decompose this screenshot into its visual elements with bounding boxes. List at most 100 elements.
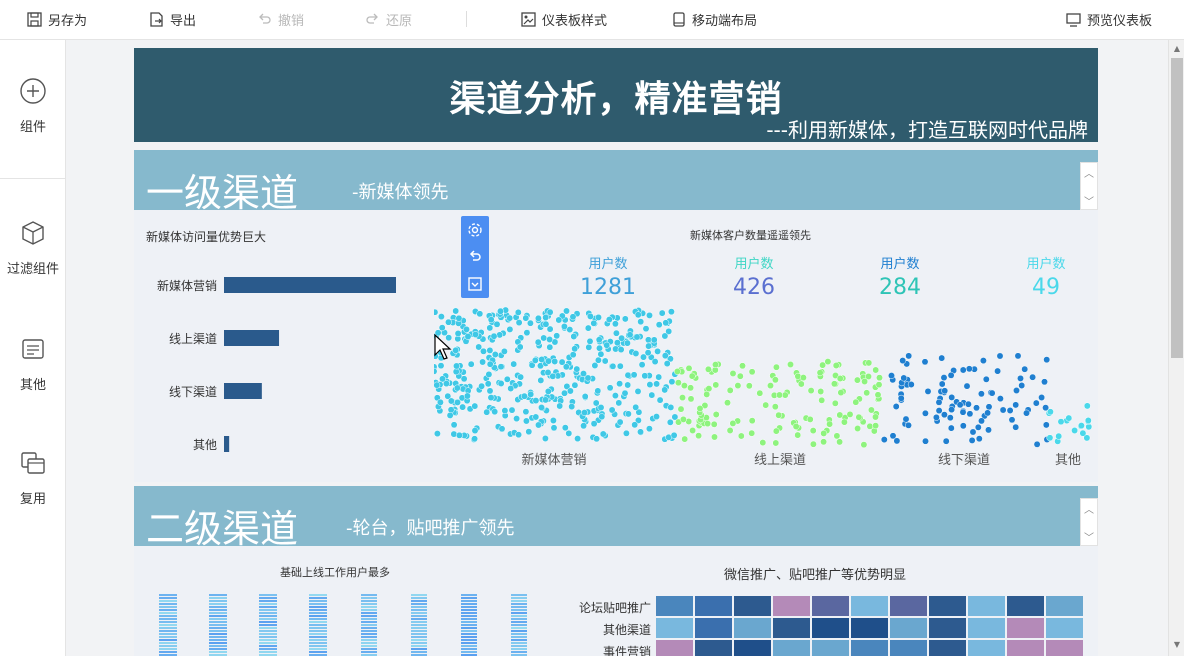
strip-bar	[511, 651, 527, 653]
scatter-point	[593, 435, 601, 443]
undo-icon[interactable]	[466, 248, 484, 266]
preview-dashboard-button[interactable]: 预览仪表板	[1065, 0, 1152, 38]
scatter-point	[806, 415, 814, 423]
chevron-down-box-icon[interactable]	[466, 275, 484, 293]
scatter-point	[969, 428, 977, 436]
scatter-point	[924, 387, 932, 395]
scatter-point	[799, 374, 807, 382]
strip-bar	[461, 633, 477, 635]
scatter-point	[605, 316, 613, 324]
strip-bar	[411, 636, 427, 638]
monitor-icon	[1065, 11, 1081, 27]
scatter-point	[666, 418, 674, 426]
strip-bar	[309, 609, 327, 611]
scatter-point	[642, 325, 650, 333]
scatter-point	[737, 432, 745, 440]
vertical-scrollbar[interactable]: ▲ ▼	[1168, 40, 1184, 656]
section-scroller[interactable]: ︿ ﹀	[1080, 498, 1098, 546]
scatter-point	[874, 391, 882, 399]
section-scroller[interactable]: ︿ ﹀	[1080, 162, 1098, 210]
dashboard-style-button[interactable]: 仪表板样式	[520, 0, 607, 38]
scatter-point	[609, 362, 617, 370]
strip-bar	[159, 594, 177, 596]
scatter-point	[772, 427, 780, 435]
strip-bar	[259, 603, 277, 605]
chart-panel-workers[interactable]: 基础上线工作用户最多	[134, 546, 534, 656]
scatter-point	[687, 384, 695, 392]
scatter-point	[787, 361, 794, 368]
scatter-point	[900, 374, 908, 382]
scatter-point	[902, 415, 910, 423]
strip-bar	[159, 624, 177, 626]
strip-bar	[511, 606, 527, 608]
section-primary-channels[interactable]: 一级渠道 -新媒体领先	[134, 150, 1098, 215]
scatter-point	[506, 314, 514, 322]
scatter-point	[726, 386, 734, 394]
scatter-point	[1046, 408, 1054, 416]
sidebar-item-other[interactable]: 其他	[0, 334, 66, 393]
mobile-layout-button[interactable]: 移动端布局	[670, 0, 757, 38]
scatter-point	[585, 343, 593, 351]
scatter-point	[762, 401, 770, 409]
strip-bar	[209, 639, 227, 641]
scatter-point	[532, 397, 540, 405]
scatter-point	[434, 430, 441, 438]
scatter-point	[497, 307, 504, 315]
scatter-point	[621, 315, 629, 323]
chevron-down-icon: ﹀	[1084, 197, 1094, 208]
undo-button[interactable]: 撤销	[256, 0, 304, 38]
scatter-point	[487, 394, 495, 402]
scatter-point	[527, 390, 535, 398]
scatter-point	[999, 406, 1007, 414]
scatter-point	[590, 319, 598, 327]
save-as-button[interactable]: 另存为	[26, 0, 87, 38]
strip-bar	[309, 600, 327, 602]
export-button[interactable]: 导出	[148, 0, 196, 38]
strip-bar	[209, 600, 227, 602]
scatter-point	[994, 367, 1002, 375]
scatter-point	[1084, 417, 1092, 424]
strip-bar	[361, 597, 377, 599]
chart-panel-customers[interactable]: 新媒体客户数量遥遥领先 用户数 1281 用户数 426 用户数 284 用户数 49 新媒体营…	[434, 210, 1098, 482]
chart-panel-heatmap[interactable]: 微信推广、贴吧推广等优势明显 论坛贴吧推广 其他渠道 事件营销	[534, 546, 1098, 656]
section-secondary-channels[interactable]: 二级渠道 -轮台，贴吧推广领先	[134, 486, 1098, 551]
scatter-point	[581, 393, 589, 400]
sidebar-item-reuse[interactable]: 复用	[0, 448, 66, 507]
scatter-point	[1065, 414, 1073, 422]
scatter-point	[685, 364, 693, 372]
chevron-down-icon: ﹀	[1084, 533, 1094, 544]
strip-bar	[209, 630, 227, 632]
sidebar-item-filter-components[interactable]: 过滤组件	[0, 218, 66, 277]
strip-bar	[259, 621, 277, 623]
strip-bar	[511, 636, 527, 638]
strip-bar	[159, 597, 177, 599]
scroll-down-icon[interactable]: ▼	[1172, 640, 1182, 650]
scatter-point	[650, 336, 658, 344]
sidebar-item-components[interactable]: 组件	[0, 76, 66, 135]
scatter-point	[598, 413, 606, 421]
kpi-label: 用户数	[734, 256, 773, 272]
heatmap-cell	[1007, 640, 1044, 656]
chart-panel-visits[interactable]: 新媒体访问量优势巨大 新媒体营销 线上渠道 线下渠道 其他	[134, 210, 442, 482]
category-label: 其他	[193, 438, 217, 452]
scatter-point	[703, 390, 711, 398]
scatter-point	[535, 421, 542, 429]
scatter-point	[863, 389, 871, 397]
sidebar-item-label: 复用	[19, 492, 46, 507]
visits-bar-chart: 新媒体营销线上渠道线下渠道其他	[157, 277, 396, 452]
gear-icon[interactable]	[466, 221, 484, 239]
strip-bar	[461, 618, 477, 620]
strip-bar	[511, 600, 527, 602]
scroll-up-icon[interactable]: ▲	[1172, 44, 1182, 54]
scatter-point	[544, 387, 552, 395]
scatter-point	[673, 368, 681, 375]
kpi-value: 1281	[580, 275, 636, 300]
scatter-point	[645, 425, 653, 433]
kpi-label: 用户数	[880, 256, 919, 272]
redo-button[interactable]: 还原	[364, 0, 412, 38]
scatter-point	[561, 424, 569, 432]
scatter-point	[526, 319, 534, 327]
scatter-point	[459, 403, 467, 411]
scrollbar-thumb[interactable]	[1171, 58, 1183, 358]
heatmap-cell	[656, 640, 693, 656]
